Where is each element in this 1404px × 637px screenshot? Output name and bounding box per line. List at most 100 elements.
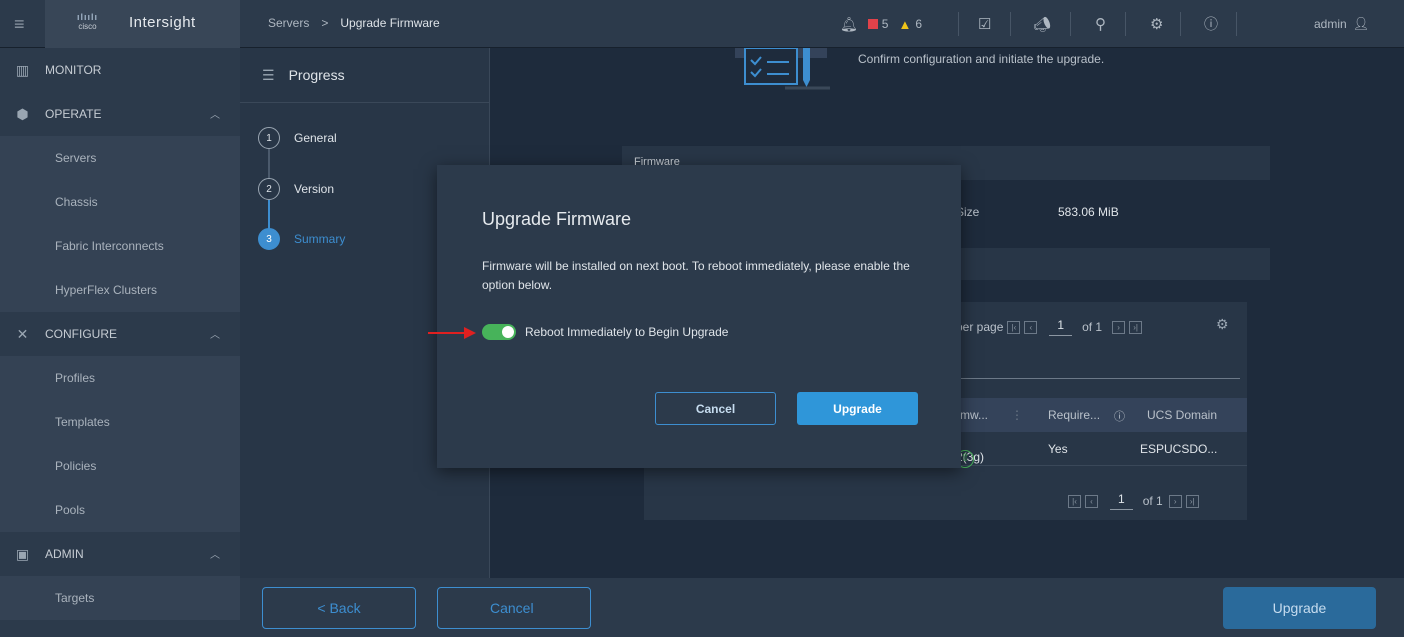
column-header-required[interactable]: Require... (1048, 408, 1100, 422)
step-summary[interactable]: 3 Summary (258, 228, 345, 250)
alerts-group[interactable]: 🔔︎ 5 ▲ 6 (840, 0, 922, 48)
sidebar-item-hyperflex-clusters[interactable]: HyperFlex Clusters (0, 268, 240, 312)
column-header-ucs-domain[interactable]: UCS Domain (1147, 408, 1217, 422)
divider (1236, 12, 1237, 36)
user-icon: 👤︎ (1352, 16, 1370, 31)
page-total: of 1 (1142, 494, 1163, 508)
step-general[interactable]: 1 General (258, 127, 337, 149)
page-input[interactable]: 1 (1110, 492, 1133, 510)
configure-icon: ✕ (16, 325, 29, 342)
pagination-top: per page |‹ ‹ 1 of 1 › ›| (956, 318, 1143, 336)
sidebar-item-profiles[interactable]: Profiles (0, 356, 240, 400)
sidebar-item-label: HyperFlex Clusters (55, 283, 158, 297)
warning-count: 6 (915, 17, 923, 31)
sidebar-section-label: MONITOR (45, 63, 102, 77)
divider (1180, 12, 1181, 36)
step-label: Version (294, 182, 335, 196)
sidebar-item-label: Pools (55, 503, 86, 517)
prev-page-icon[interactable]: ‹ (1085, 494, 1098, 508)
cancel-button[interactable]: Cancel (437, 587, 591, 629)
breadcrumb-current: Upgrade Firmware (340, 16, 440, 30)
size-value: 583.06 MiB (1058, 205, 1119, 219)
info-icon[interactable]: ⓘ (1114, 408, 1125, 424)
next-page-icon[interactable]: › (1168, 494, 1182, 508)
sidebar-section-label: CONFIGURE (45, 327, 117, 341)
progress-title: Progress (288, 67, 345, 83)
bell-icon[interactable]: 🔔︎ (840, 16, 858, 33)
dialog-message: Firmware will be installed on next boot.… (482, 259, 910, 292)
sidebar-item-label: Servers (55, 151, 97, 165)
reboot-toggle-label: Reboot Immediately to Begin Upgrade (525, 325, 729, 339)
sidebar-section-operate[interactable]: ⬢ OPERATE ︿ (0, 92, 240, 136)
sidebar-section-monitor[interactable]: ▥ MONITOR (0, 48, 240, 92)
sidebar-item-templates[interactable]: Templates (0, 400, 240, 444)
sidebar-section-configure[interactable]: ✕ CONFIGURE ︿ (0, 312, 240, 356)
menu-icon[interactable]: ≡ (14, 14, 32, 34)
upgrade-firmware-dialog: Upgrade Firmware Firmware will be instal… (437, 165, 961, 468)
divider (1070, 12, 1071, 36)
pagination-bottom: |‹ ‹ 1 of 1 › ›| (1064, 492, 1199, 510)
divider (1010, 12, 1011, 36)
critical-count: 5 (881, 17, 889, 31)
sidebar-item-label: Targets (55, 591, 95, 605)
critical-icon (867, 19, 878, 29)
prev-page-icon[interactable]: ‹ (1024, 320, 1038, 334)
tasks-icon[interactable]: ☑ (978, 0, 991, 48)
chevron-up-icon: ︿ (210, 330, 220, 341)
sidebar-item-chassis[interactable]: Chassis (0, 180, 240, 224)
sidebar-item-policies[interactable]: Policies (0, 444, 240, 488)
sidebar-section-admin[interactable]: ▣ ADMIN ︿ (0, 532, 240, 576)
back-button[interactable]: < Back (262, 587, 416, 629)
step-label: Summary (294, 232, 346, 246)
page-input[interactable]: 1 (1049, 318, 1073, 336)
sidebar-item-fabric-interconnects[interactable]: Fabric Interconnects (0, 224, 240, 268)
divider (958, 12, 959, 36)
dialog-cancel-button[interactable]: Cancel (655, 392, 776, 425)
dialog-upgrade-button[interactable]: Upgrade (797, 392, 918, 425)
sidebar-item-targets[interactable]: Targets (0, 576, 240, 620)
warning-icon: ▲ (898, 16, 912, 32)
settings-gear-icon[interactable]: ⚙ (1150, 0, 1163, 48)
chevron-up-icon: ︿ (210, 110, 220, 121)
first-page-icon[interactable]: |‹ (1068, 494, 1081, 508)
list-icon: ☰ (262, 66, 275, 83)
sidebar-item-pools[interactable]: Pools (0, 488, 240, 532)
sidebar-item-servers[interactable]: Servers (0, 136, 240, 180)
chevron-up-icon: ︿ (210, 550, 220, 561)
logo[interactable]: ılıılı cisco Intersight (45, 0, 240, 48)
step-label: General (294, 131, 337, 145)
announcement-icon[interactable]: 📣︎ (1033, 0, 1051, 48)
divider (1125, 12, 1126, 36)
step-number: 3 (258, 228, 280, 250)
reboot-toggle[interactable] (482, 324, 516, 340)
last-page-icon[interactable]: ›| (1129, 320, 1143, 334)
user-name: admin (1314, 17, 1347, 31)
top-bar: ≡ ılıılı cisco Intersight Servers > Upgrade… (0, 0, 1404, 48)
operate-icon: ⬢ (16, 105, 29, 122)
cell-ucs-domain: ESPUCSDO... (1140, 442, 1218, 456)
cisco-logo: ılıılı cisco (77, 12, 99, 31)
sidebar: ▥ MONITOR ⬢ OPERATE ︿ Servers Chassis Fabri… (0, 48, 240, 637)
cell-required: Yes (1048, 442, 1068, 456)
step-version[interactable]: 2 Version (258, 178, 334, 200)
search-icon[interactable]: ⚲ (1095, 0, 1106, 48)
user-menu[interactable]: admin 👤︎ (1314, 0, 1369, 48)
app-title: Intersight (129, 14, 196, 31)
step-number: 1 (258, 127, 280, 149)
dialog-title: Upgrade Firmware (482, 209, 632, 229)
step-connector (268, 200, 270, 230)
help-icon[interactable]: ⓘ (1204, 0, 1218, 48)
sidebar-item-label: Templates (55, 415, 110, 429)
breadcrumb-parent[interactable]: Servers (268, 16, 309, 30)
next-page-icon[interactable]: › (1112, 320, 1126, 334)
checklist-illustration-icon (735, 48, 830, 90)
toggle-knob (502, 326, 514, 338)
sidebar-item-label: Profiles (55, 371, 96, 385)
first-page-icon[interactable]: |‹ (1007, 320, 1021, 334)
table-settings-gear-icon[interactable]: ⚙ (1216, 316, 1229, 333)
last-page-icon[interactable]: ›| (1185, 494, 1199, 508)
sidebar-item-label: Policies (55, 459, 97, 473)
upgrade-button[interactable]: Upgrade (1223, 587, 1376, 629)
breadcrumb: Servers > Upgrade Firmware (268, 16, 440, 30)
sidebar-item-label: Fabric Interconnects (55, 239, 164, 253)
